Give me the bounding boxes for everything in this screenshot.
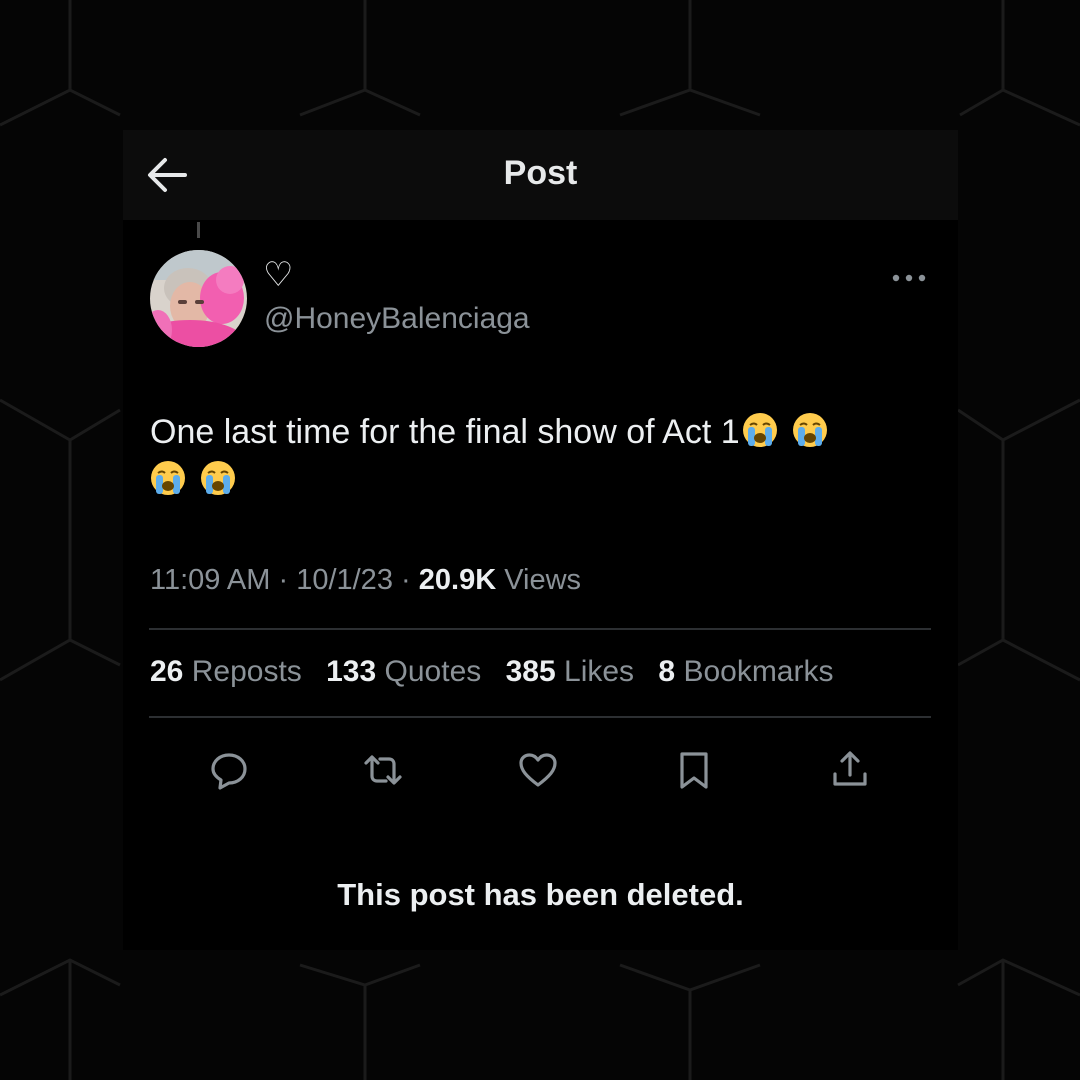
more-dots-icon: [892, 274, 926, 282]
display-name[interactable]: ♡: [263, 258, 293, 292]
user-handle[interactable]: @HoneyBalenciaga: [264, 302, 530, 336]
views-label: Views: [504, 564, 582, 596]
reply-button[interactable]: [205, 747, 253, 793]
crying-emoji-icon: [150, 460, 186, 496]
likes-count: 385: [505, 655, 556, 688]
share-button[interactable]: [826, 747, 874, 793]
divider: [149, 628, 931, 630]
meta-separator: ·: [401, 564, 411, 596]
reposts-count: 26: [150, 655, 184, 688]
reposts-stat[interactable]: 26 Reposts: [150, 655, 302, 688]
thread-connector-line: [197, 222, 200, 238]
bookmarks-count: 8: [658, 655, 676, 688]
likes-label: Likes: [564, 655, 635, 688]
bookmark-icon: [680, 752, 708, 789]
quotes-label: Quotes: [384, 655, 482, 688]
share-icon: [833, 751, 867, 786]
post-meta: 11:09 AM · 10/1/23 · 20.9K Views: [150, 564, 581, 597]
crying-emoji-icon: [792, 412, 828, 448]
avatar[interactable]: [150, 250, 247, 347]
bookmarks-label: Bookmarks: [683, 655, 834, 688]
more-options-button[interactable]: [887, 260, 931, 296]
post-time: 11:09 AM: [150, 564, 271, 596]
crying-emoji-icon: [742, 412, 778, 448]
like-icon: [519, 753, 557, 787]
meta-separator: ·: [278, 564, 289, 596]
deleted-notice: This post has been deleted.: [337, 877, 744, 912]
bookmark-button[interactable]: [670, 747, 718, 793]
like-button[interactable]: [514, 747, 562, 793]
quotes-stat[interactable]: 133 Quotes: [326, 655, 481, 688]
likes-stat[interactable]: 385 Likes: [506, 655, 634, 688]
crying-emoji-icon: [200, 460, 236, 496]
post-text: One last time for the final show of Act …: [150, 408, 930, 504]
quotes-count: 133: [326, 655, 377, 688]
post-text-content: One last time for the final show of Act …: [150, 413, 740, 451]
views-count: 20.9K: [418, 564, 497, 596]
post-header: Post: [123, 130, 958, 220]
repost-button[interactable]: [359, 747, 407, 793]
post-date: 10/1/23: [296, 564, 393, 596]
engagement-stats: 26 Reposts 133 Quotes 385 Likes 8 Bookma…: [150, 655, 849, 689]
divider: [149, 716, 931, 718]
repost-icon: [364, 755, 402, 785]
reposts-label: Reposts: [191, 655, 302, 688]
avatar-image: [150, 250, 247, 347]
page-title: Post: [503, 154, 578, 192]
reply-icon: [211, 753, 247, 790]
post-card: Post ♡ @HoneyBalenciaga One last time fo…: [123, 130, 958, 950]
bookmarks-stat[interactable]: 8 Bookmarks: [658, 655, 833, 688]
